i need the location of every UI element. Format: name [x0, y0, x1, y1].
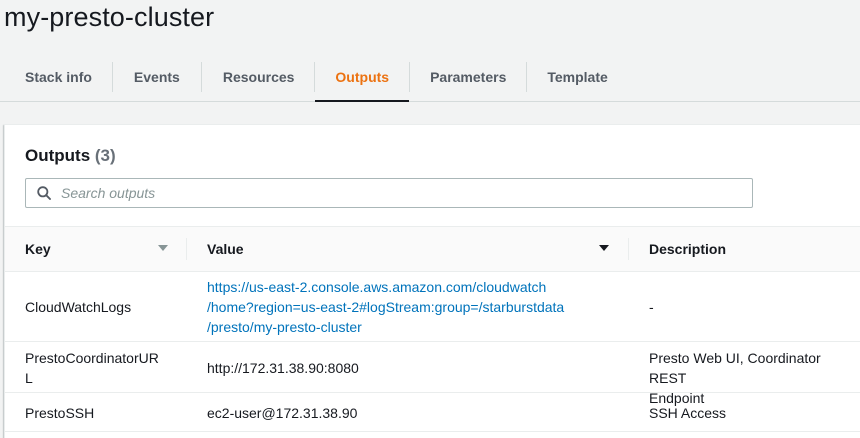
cell-value: https://us-east-2.console.aws.amazon.com…: [207, 277, 564, 337]
tab-parameters[interactable]: Parameters: [410, 52, 526, 102]
tab-label: Stack info: [25, 69, 92, 85]
stack-title: my-presto-cluster: [4, 2, 215, 32]
outputs-count: (3): [94, 146, 116, 165]
tab-label: Parameters: [430, 69, 507, 85]
table-row: PrestoCoordinatorUR L http://172.31.38.9…: [5, 343, 860, 406]
link-line: https://us-east-2.console.aws.amazon.com…: [207, 279, 547, 295]
tab-bar: Stack info Events Resources Outputs Para…: [0, 52, 860, 102]
column-header-label: Key: [25, 241, 51, 257]
column-divider[interactable]: [628, 238, 629, 260]
search-input[interactable]: [61, 180, 752, 206]
cell-key: CloudWatchLogs: [25, 299, 132, 315]
column-header-label: Description: [649, 241, 727, 257]
cell-key: PrestoCoordinatorUR L: [25, 348, 159, 388]
tab-stack-info[interactable]: Stack info: [0, 52, 112, 102]
description-line: Presto Web UI, Coordinator REST: [649, 350, 821, 386]
tab-label: Resources: [222, 69, 295, 85]
outputs-panel: Outputs (3) Key Value Description CloudW…: [4, 124, 860, 438]
table-header: Key Value Description: [5, 226, 860, 272]
table-row: CloudWatchLogs https://us-east-2.console…: [5, 272, 860, 342]
link-line: /home?region=us-east-2#logStream:group=/…: [207, 299, 565, 315]
tab-resources[interactable]: Resources: [202, 52, 315, 102]
search-icon: [37, 186, 51, 200]
outputs-heading: Outputs (3): [25, 146, 116, 166]
column-header-label: Value: [207, 241, 244, 257]
outputs-title: Outputs: [25, 146, 91, 165]
tab-template[interactable]: Template: [527, 52, 627, 102]
cell-value: ec2-user@172.31.38.90: [207, 405, 358, 421]
tab-outputs[interactable]: Outputs: [315, 52, 409, 102]
key-line: PrestoCoordinatorUR: [25, 350, 159, 366]
search-box[interactable]: [25, 178, 753, 208]
caret-down-icon[interactable]: [598, 244, 610, 252]
cell-description: SSH Access: [649, 405, 727, 421]
key-line: L: [25, 370, 33, 386]
cell-value: http://172.31.38.90:8080: [207, 360, 359, 376]
tab-label: Template: [547, 69, 608, 85]
cloudwatch-link[interactable]: https://us-east-2.console.aws.amazon.com…: [207, 279, 564, 335]
caret-down-icon[interactable]: [157, 244, 169, 252]
tab-label: Events: [133, 69, 180, 85]
tab-events[interactable]: Events: [113, 52, 201, 102]
column-header-value[interactable]: Value: [207, 227, 607, 271]
cell-key: PrestoSSH: [25, 405, 95, 421]
link-line: /presto/my-presto-cluster: [207, 319, 362, 335]
column-header-description[interactable]: Description: [649, 227, 849, 271]
cell-description: -: [649, 299, 654, 315]
tab-label: Outputs: [335, 69, 390, 85]
column-divider[interactable]: [186, 238, 187, 260]
table-row: PrestoSSH ec2-user@172.31.38.90 SSH Acce…: [5, 394, 860, 432]
